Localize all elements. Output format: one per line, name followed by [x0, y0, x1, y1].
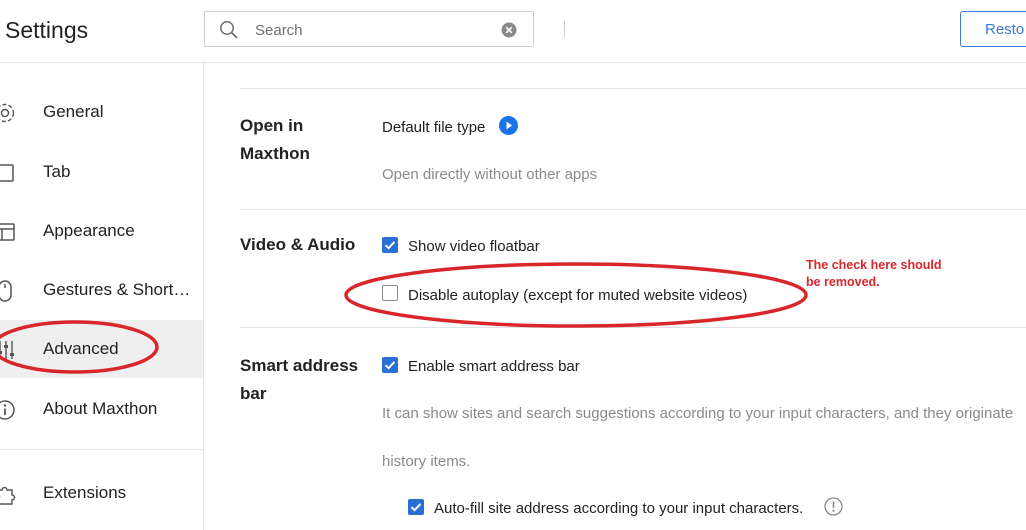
sidebar-item-tab[interactable]: Tab: [0, 143, 203, 201]
show-video-floatbar-checkbox[interactable]: [382, 237, 398, 253]
section-title-line: Smart address: [240, 356, 359, 375]
checkmark-icon: [384, 241, 396, 250]
clear-search-icon[interactable]: [501, 22, 517, 38]
autofill-checkbox[interactable]: [408, 499, 424, 515]
annotation-note-line: The check here should: [806, 258, 942, 272]
help-info-icon[interactable]: [824, 497, 843, 516]
search-icon: [220, 21, 238, 39]
appearance-icon: [0, 223, 15, 241]
tab-icon: [0, 164, 14, 182]
settings-content: Open in Maxthon Default file type Open d…: [204, 63, 1026, 530]
section-divider: [240, 327, 1026, 328]
annotation-note: The check here should be removed.: [806, 257, 976, 291]
header-bar: Settings Resto: [0, 0, 1026, 63]
sidebar-item-gestures[interactable]: Gestures & Short…: [0, 261, 203, 319]
search-input[interactable]: [255, 19, 495, 41]
puzzle-icon: [0, 486, 16, 505]
annotation-note-line: be removed.: [806, 275, 880, 289]
page-title: Settings: [5, 17, 89, 43]
sidebar-item-label: General: [43, 102, 104, 121]
section-title-smart-address: Smart address bar: [240, 352, 358, 408]
sidebar-item-general[interactable]: General: [0, 83, 203, 141]
smart-address-description: It can show sites and search suggestions…: [382, 405, 1014, 422]
autofill-label[interactable]: Auto-fill site address according to your…: [434, 500, 803, 517]
section-title-line: bar: [240, 384, 267, 403]
sidebar-item-extensions[interactable]: Extensions: [0, 464, 203, 522]
enable-smart-address-label[interactable]: Enable smart address bar: [408, 358, 580, 375]
sidebar-item-label: Tab: [43, 162, 71, 181]
gear-icon: [0, 103, 15, 123]
disable-autoplay-checkbox[interactable]: [382, 285, 398, 301]
sidebar: General Tab Appearance Gestures & Short…: [0, 63, 204, 530]
header-divider: [564, 21, 565, 38]
enable-smart-address-checkbox[interactable]: [382, 357, 398, 373]
section-title-line: Maxthon: [240, 144, 310, 163]
open-in-description: Open directly without other apps: [382, 166, 598, 183]
sidebar-item-label: Extensions: [43, 483, 127, 502]
sidebar-item-appearance[interactable]: Appearance: [0, 202, 203, 260]
sidebar-item-label: Appearance: [43, 221, 135, 240]
section-title-video-audio: Video & Audio: [240, 235, 356, 254]
section-divider: [240, 88, 1026, 89]
section-divider: [240, 209, 1026, 210]
sliders-icon: [0, 341, 14, 359]
checkmark-icon: [410, 503, 422, 512]
sidebar-item-about[interactable]: About Maxthon: [0, 380, 203, 438]
disable-autoplay-label[interactable]: Disable autoplay (except for muted websi…: [408, 287, 747, 304]
default-file-type-label[interactable]: Default file type: [382, 119, 485, 136]
search-box[interactable]: [204, 11, 534, 47]
sidebar-item-label: About Maxthon: [43, 399, 158, 418]
section-title-line: Open in: [240, 116, 304, 135]
restore-defaults-button[interactable]: Resto: [960, 11, 1026, 47]
sidebar-divider: [0, 449, 203, 450]
sidebar-item-advanced[interactable]: Advanced: [0, 320, 203, 378]
play-icon[interactable]: [499, 116, 518, 135]
info-icon: [0, 400, 15, 420]
sidebar-item-label: Advanced: [43, 339, 119, 358]
section-title-open-in: Open in Maxthon: [240, 112, 310, 168]
mouse-icon: [0, 280, 12, 302]
smart-address-description-cont: history items.: [382, 453, 471, 470]
show-video-floatbar-label[interactable]: Show video floatbar: [408, 238, 540, 255]
checkmark-icon: [384, 361, 396, 370]
sidebar-item-label: Gestures & Short…: [43, 280, 191, 299]
